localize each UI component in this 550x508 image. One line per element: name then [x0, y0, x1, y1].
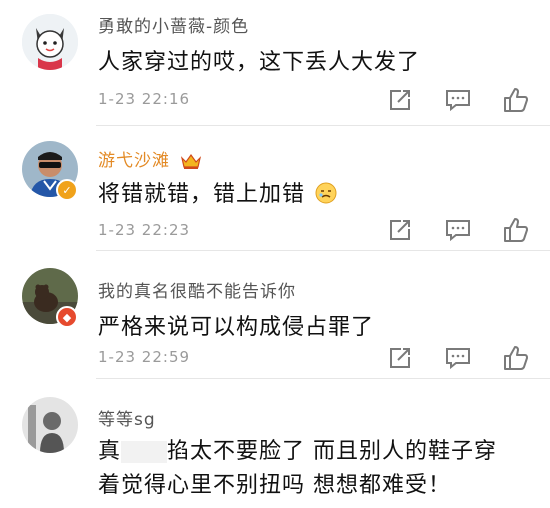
comment-item: ◆ 我的真名很酷不能告诉你 严格来说可以构成侵占罪了 1-23 22:59 — [0, 251, 550, 379]
verified-icon: ✓ — [56, 179, 78, 201]
comment-item: 勇敢的小蔷薇-颜色 人家穿过的哎，这下丢人大发了 1-23 22:16 — [0, 0, 550, 126]
comment-actions — [386, 216, 530, 244]
comment-text: 将错就错，错上加错 — [98, 176, 337, 208]
like-button[interactable] — [502, 216, 530, 244]
like-icon — [504, 88, 528, 112]
like-button[interactable] — [502, 344, 530, 372]
comment-time: 1-23 22:23 — [98, 221, 191, 239]
comment-icon — [446, 90, 470, 112]
share-button[interactable] — [386, 344, 414, 372]
comment-author[interactable]: 我的真名很酷不能告诉你 — [98, 277, 296, 302]
comment-button[interactable] — [444, 86, 472, 114]
comment-text-line: 着觉得心里不别扭吗 想想都难受！ — [98, 473, 451, 498]
share-button[interactable] — [386, 86, 414, 114]
comment-button[interactable] — [444, 216, 472, 244]
avatar[interactable] — [22, 14, 78, 70]
comment-text: 严格来说可以构成侵占罪了 — [98, 315, 375, 340]
comment-author[interactable]: 等等sg — [98, 405, 156, 430]
comment-button[interactable] — [444, 344, 472, 372]
like-icon — [504, 218, 528, 242]
comment-icon — [446, 220, 470, 242]
comment-text: 真掐太不要脸了 而且别人的鞋子穿 — [98, 439, 498, 464]
comment-actions — [386, 344, 530, 372]
avatar[interactable] — [22, 397, 78, 453]
redacted-mark — [121, 441, 168, 463]
comment-time: 1-23 22:59 — [98, 348, 191, 366]
comment-author[interactable]: 勇敢的小蔷薇-颜色 — [98, 12, 249, 37]
like-button[interactable] — [502, 86, 530, 114]
share-button[interactable] — [386, 216, 414, 244]
comment-icon — [446, 348, 470, 370]
club-badge-icon: ◆ — [56, 306, 78, 328]
like-icon — [504, 346, 528, 370]
comment-text: 人家穿过的哎，这下丢人大发了 — [98, 50, 421, 75]
comment-item: ✓ 游弋沙滩 将错就错，错上加错 1-23 22:23 — [0, 126, 550, 251]
emoji-icon — [315, 182, 337, 204]
comment-item: 等等sg 真掐太不要脸了 而且别人的鞋子穿 着觉得心里不别扭吗 想想都难受！ — [0, 379, 550, 508]
crown-icon — [181, 153, 202, 169]
comment-actions — [386, 86, 530, 114]
share-icon — [390, 90, 410, 110]
share-icon — [390, 348, 410, 368]
comment-author[interactable]: 游弋沙滩 — [98, 146, 202, 171]
comment-time: 1-23 22:16 — [98, 90, 191, 108]
comment-feed: 勇敢的小蔷薇-颜色 人家穿过的哎，这下丢人大发了 1-23 22:16 ✓ 游弋… — [0, 0, 550, 508]
share-icon — [390, 220, 410, 240]
